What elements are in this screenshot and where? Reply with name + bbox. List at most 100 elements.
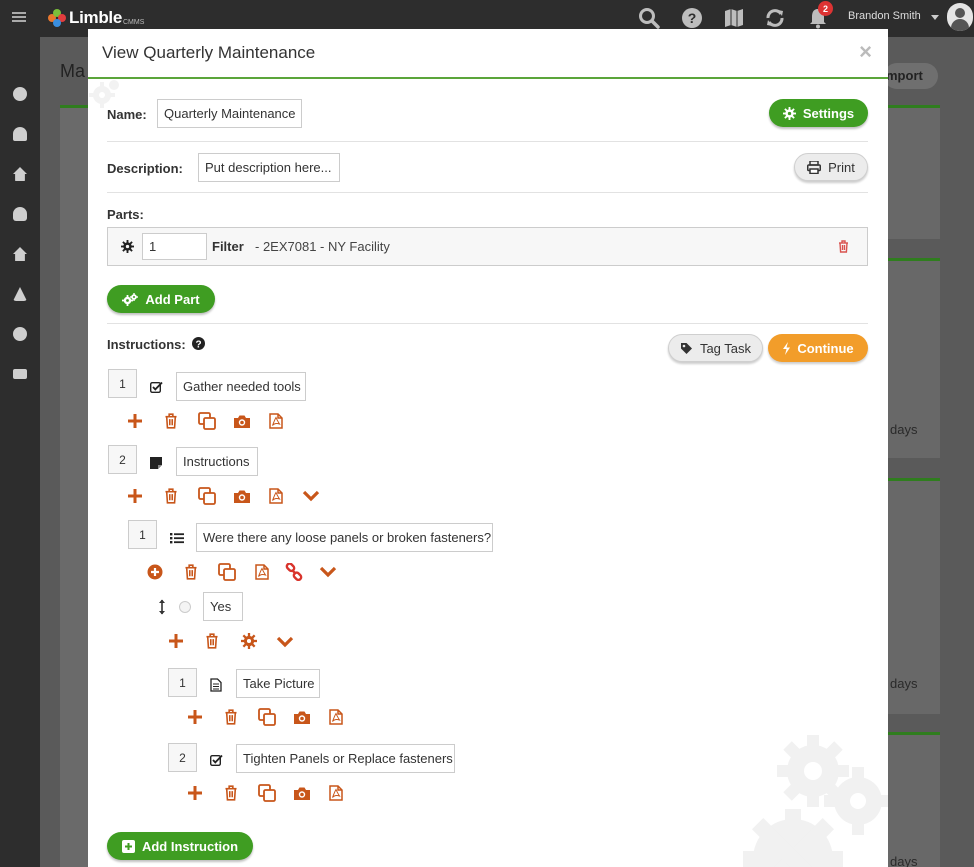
brand-sub: CMMS — [123, 18, 145, 26]
parts-label: Parts: — [107, 207, 144, 222]
background-days-label: days — [890, 676, 918, 691]
tag-task-button-label: Tag Task — [699, 340, 752, 356]
copy-icon[interactable] — [258, 708, 276, 726]
limble-logo-mark — [48, 9, 66, 27]
description-input[interactable]: Put description here... — [198, 153, 340, 182]
trash-icon[interactable] — [838, 240, 849, 253]
camera-icon[interactable] — [293, 786, 311, 801]
instruction-number: 1 — [128, 520, 157, 549]
gear-icon[interactable] — [121, 240, 134, 253]
background-card — [888, 105, 940, 239]
instructions-label: Instructions: — [107, 337, 186, 352]
plus-square-icon — [121, 839, 135, 853]
print-button-label: Print — [828, 159, 855, 175]
help-icon[interactable]: ? — [680, 6, 704, 30]
copy-icon[interactable] — [198, 412, 216, 430]
plus-circle-icon[interactable] — [147, 564, 163, 580]
trash-icon[interactable] — [184, 564, 198, 580]
globe-icon[interactable] — [13, 87, 27, 101]
plus-icon[interactable] — [127, 413, 143, 429]
background-card — [888, 732, 940, 867]
pdf-icon[interactable] — [329, 785, 343, 801]
background-days-label: days — [890, 422, 918, 437]
svg-text:?: ? — [195, 340, 201, 351]
continue-button[interactable]: Continue — [768, 334, 868, 362]
import-button: mport — [884, 63, 938, 89]
user-icon[interactable] — [13, 207, 27, 221]
question-circle-icon[interactable]: ? — [192, 337, 205, 350]
chevron-down-icon[interactable] — [319, 566, 337, 578]
option-text-input[interactable]: Yes — [203, 592, 243, 621]
search-icon[interactable] — [637, 6, 661, 30]
tag-task-button[interactable]: Tag Task — [668, 334, 763, 362]
refresh-icon[interactable] — [763, 6, 787, 30]
checkbox-icon — [210, 754, 223, 766]
menu-icon[interactable] — [12, 12, 26, 22]
chevron-down-icon[interactable] — [931, 15, 939, 20]
money-icon[interactable] — [13, 369, 27, 379]
link-icon[interactable] — [285, 563, 303, 581]
part-name[interactable]: Filter — [212, 239, 244, 254]
drag-handle-icon[interactable] — [158, 599, 166, 615]
gear-icon[interactable] — [241, 633, 257, 649]
modal-title: View Quarterly Maintenance — [102, 43, 316, 62]
user-name[interactable]: Brandon Smith — [848, 10, 921, 22]
plus-icon[interactable] — [187, 785, 203, 801]
chevron-down-icon[interactable] — [276, 636, 294, 648]
background-days-label: days — [890, 854, 918, 867]
instruction-number: 1 — [168, 668, 197, 697]
trash-icon[interactable] — [164, 488, 178, 504]
instruction-text-input[interactable]: Tighten Panels or Replace fasteners — [236, 744, 455, 773]
import-button-label: mport — [886, 68, 923, 83]
camera-icon[interactable] — [293, 710, 311, 725]
pdf-icon[interactable] — [329, 709, 343, 725]
printer-icon — [807, 160, 822, 174]
background-page-title: Ma — [60, 61, 86, 81]
gears-icon — [122, 292, 139, 306]
instruction-text-input[interactable]: Take Picture — [236, 669, 320, 698]
home-icon[interactable] — [13, 167, 27, 181]
trash-icon[interactable] — [224, 785, 238, 801]
instruction-text-input[interactable]: Were there any loose panels or broken fa… — [196, 523, 493, 552]
plus-icon[interactable] — [187, 709, 203, 725]
add-part-button[interactable]: Add Part — [107, 285, 215, 313]
plus-icon[interactable] — [168, 633, 184, 649]
notification-badge: 2 — [818, 1, 833, 16]
gear-icon — [782, 106, 796, 120]
pdf-icon[interactable] — [255, 564, 269, 580]
building-icon[interactable] — [13, 247, 27, 261]
description-label: Description: — [107, 161, 183, 176]
instruction-text-input[interactable]: Gather needed tools — [176, 372, 306, 401]
add-instruction-button[interactable]: Add Instruction — [107, 832, 253, 860]
copy-icon[interactable] — [258, 784, 276, 802]
copy-icon[interactable] — [218, 563, 236, 581]
settings-button[interactable]: Settings — [769, 99, 868, 127]
option-radio[interactable] — [179, 601, 191, 613]
task-name-input[interactable]: Quarterly Maintenance — [157, 99, 302, 128]
copy-icon[interactable] — [198, 487, 216, 505]
instruction-text-input[interactable]: Instructions — [176, 447, 258, 476]
checkbox-icon — [150, 381, 163, 393]
avatar[interactable] — [947, 3, 973, 31]
part-quantity-input[interactable]: 1 — [142, 233, 207, 260]
close-icon[interactable]: × — [859, 39, 872, 65]
pdf-icon[interactable] — [269, 488, 283, 504]
dashboard-icon[interactable] — [13, 127, 27, 141]
trash-icon[interactable] — [205, 633, 219, 649]
part-description: - 2EX7081 - NY Facility — [255, 239, 390, 254]
plus-icon[interactable] — [127, 488, 143, 504]
trash-icon[interactable] — [164, 413, 178, 429]
chevron-down-icon[interactable] — [302, 490, 320, 502]
settings-button-label: Settings — [802, 105, 855, 121]
map-icon[interactable] — [722, 6, 746, 30]
file-icon — [210, 678, 222, 692]
print-button[interactable]: Print — [794, 153, 868, 181]
pdf-icon[interactable] — [269, 413, 283, 429]
brand-logo[interactable]: Limble CMMS — [48, 8, 144, 28]
modal-header: View Quarterly Maintenance × — [88, 29, 888, 79]
trash-icon[interactable] — [224, 709, 238, 725]
gear-icon[interactable] — [13, 327, 27, 341]
warning-icon[interactable] — [13, 287, 27, 301]
camera-icon[interactable] — [233, 414, 251, 429]
camera-icon[interactable] — [233, 489, 251, 504]
